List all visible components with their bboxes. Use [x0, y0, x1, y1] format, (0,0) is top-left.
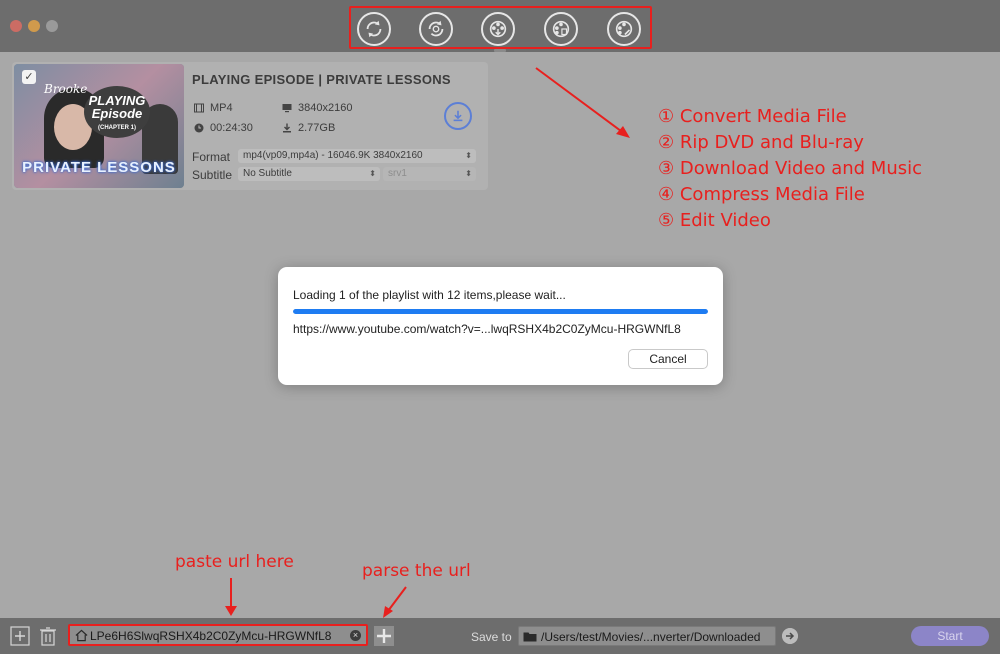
legend-item-5: ⑤ Edit Video: [658, 210, 771, 231]
loading-progress-bar: [293, 309, 708, 314]
format-select[interactable]: mp4(vp09,mp4a) - 16046.9K 3840x2160 ⬍: [238, 149, 476, 163]
legend-item-2: ② Rip DVD and Blu-ray: [658, 132, 864, 153]
thumbnail-badge-line3: (CHAPTER 1): [97, 125, 136, 131]
loading-url: https://www.youtube.com/watch?v=...lwqRS…: [293, 322, 681, 336]
select-arrows-icon: ⬍: [465, 169, 472, 178]
loading-dialog: Loading 1 of the playlist with 12 items,…: [278, 267, 723, 385]
clock-icon: [194, 123, 204, 133]
video-thumbnail[interactable]: Brooke PLAYING Episode (CHAPTER 1) PRIVA…: [14, 64, 184, 188]
window-zoom-button[interactable]: [46, 20, 58, 32]
rip-dvd-icon: [428, 20, 444, 37]
select-arrows-icon: ⬍: [369, 169, 376, 178]
convert-media-button[interactable]: [357, 12, 391, 46]
size-value: 2.77GB: [298, 122, 336, 134]
thumbnail-title: PRIVATE LESSONS: [22, 159, 176, 176]
title-bar: [0, 0, 1000, 52]
url-input-box[interactable]: ×: [68, 624, 368, 646]
toolbar-handle[interactable]: [494, 49, 506, 52]
film-icon: [194, 103, 204, 113]
legend-item-4: ④ Compress Media File: [658, 184, 865, 205]
download-item-button[interactable]: [444, 102, 472, 130]
folder-icon: [523, 632, 537, 642]
bottom-bar: × Save to /Users/test/Movies/...nverter/…: [0, 618, 1000, 654]
format-label: Format: [192, 150, 231, 164]
subtitle-track-select: srv1 ⬍: [383, 167, 476, 181]
thumbnail-badge: PLAYING Episode (CHAPTER 1): [84, 86, 150, 138]
home-icon: [75, 629, 88, 642]
start-button[interactable]: Start: [911, 626, 989, 646]
save-to-label: Save to: [471, 630, 512, 644]
resolution-meta: 3840x2160: [282, 102, 352, 114]
duration-meta: 00:24:30: [194, 122, 253, 134]
url-input[interactable]: [90, 627, 346, 645]
paste-url-hint: paste url here: [175, 552, 294, 572]
size-meta: 2.77GB: [282, 122, 335, 134]
annotation-arrow-parse: [383, 586, 407, 618]
legend-item-3: ③ Download Video and Music: [658, 158, 923, 179]
add-file-button[interactable]: [10, 626, 30, 646]
subtitle-track-value: srv1: [388, 168, 407, 179]
loading-message: Loading 1 of the playlist with 12 items,…: [293, 288, 566, 302]
media-item-card: Brooke PLAYING Episode (CHAPTER 1) PRIVA…: [12, 62, 488, 190]
thumbnail-brand: Brooke: [44, 82, 88, 96]
monitor-icon: [282, 104, 292, 113]
edit-video-button[interactable]: [607, 12, 641, 46]
open-folder-arrow-button[interactable]: [782, 628, 798, 644]
thumbnail-badge-line2: Episode: [91, 106, 143, 121]
loading-progress-fill: [293, 309, 708, 314]
resolution-value: 3840x2160: [298, 102, 353, 114]
cancel-button[interactable]: Cancel: [628, 349, 708, 369]
file-size-icon: [283, 123, 291, 133]
select-arrows-icon: ⬍: [465, 151, 472, 160]
annotation-arrow-paste: [225, 578, 237, 616]
rip-dvd-button[interactable]: [419, 12, 453, 46]
edit-video-icon: [615, 20, 633, 38]
download-video-button[interactable]: [481, 12, 515, 46]
clear-url-icon[interactable]: ×: [350, 630, 361, 641]
compress-media-icon: [552, 20, 570, 38]
main-toolbar: [349, 6, 652, 49]
media-title: PLAYING EPISODE | PRIVATE LESSONS: [192, 72, 451, 87]
select-item-checkbox[interactable]: ✓: [22, 70, 36, 84]
annotation-arrow-toolbar: [535, 67, 630, 138]
download-arrow-icon: [453, 110, 463, 122]
container-value: MP4: [210, 102, 233, 114]
duration-value: 00:24:30: [210, 122, 253, 134]
subtitle-select-value: No Subtitle: [243, 168, 292, 179]
trash-button[interactable]: [38, 626, 58, 646]
parse-url-button[interactable]: [374, 626, 394, 646]
download-video-icon: [489, 20, 507, 38]
format-select-value: mp4(vp09,mp4a) - 16046.9K 3840x2160: [243, 150, 423, 161]
save-path-field[interactable]: /Users/test/Movies/...nverter/Downloaded: [518, 626, 776, 646]
legend-item-1: ① Convert Media File: [658, 106, 847, 127]
window-minimize-button[interactable]: [28, 20, 40, 32]
subtitle-label: Subtitle: [192, 168, 233, 182]
container-meta: MP4: [194, 102, 233, 114]
save-path-value: /Users/test/Movies/...nverter/Downloaded: [541, 630, 761, 644]
window-close-button[interactable]: [10, 20, 22, 32]
subtitle-select[interactable]: No Subtitle ⬍: [238, 167, 380, 181]
parse-url-hint: parse the url: [362, 561, 471, 581]
compress-media-button[interactable]: [544, 12, 578, 46]
convert-media-icon: [366, 20, 382, 38]
